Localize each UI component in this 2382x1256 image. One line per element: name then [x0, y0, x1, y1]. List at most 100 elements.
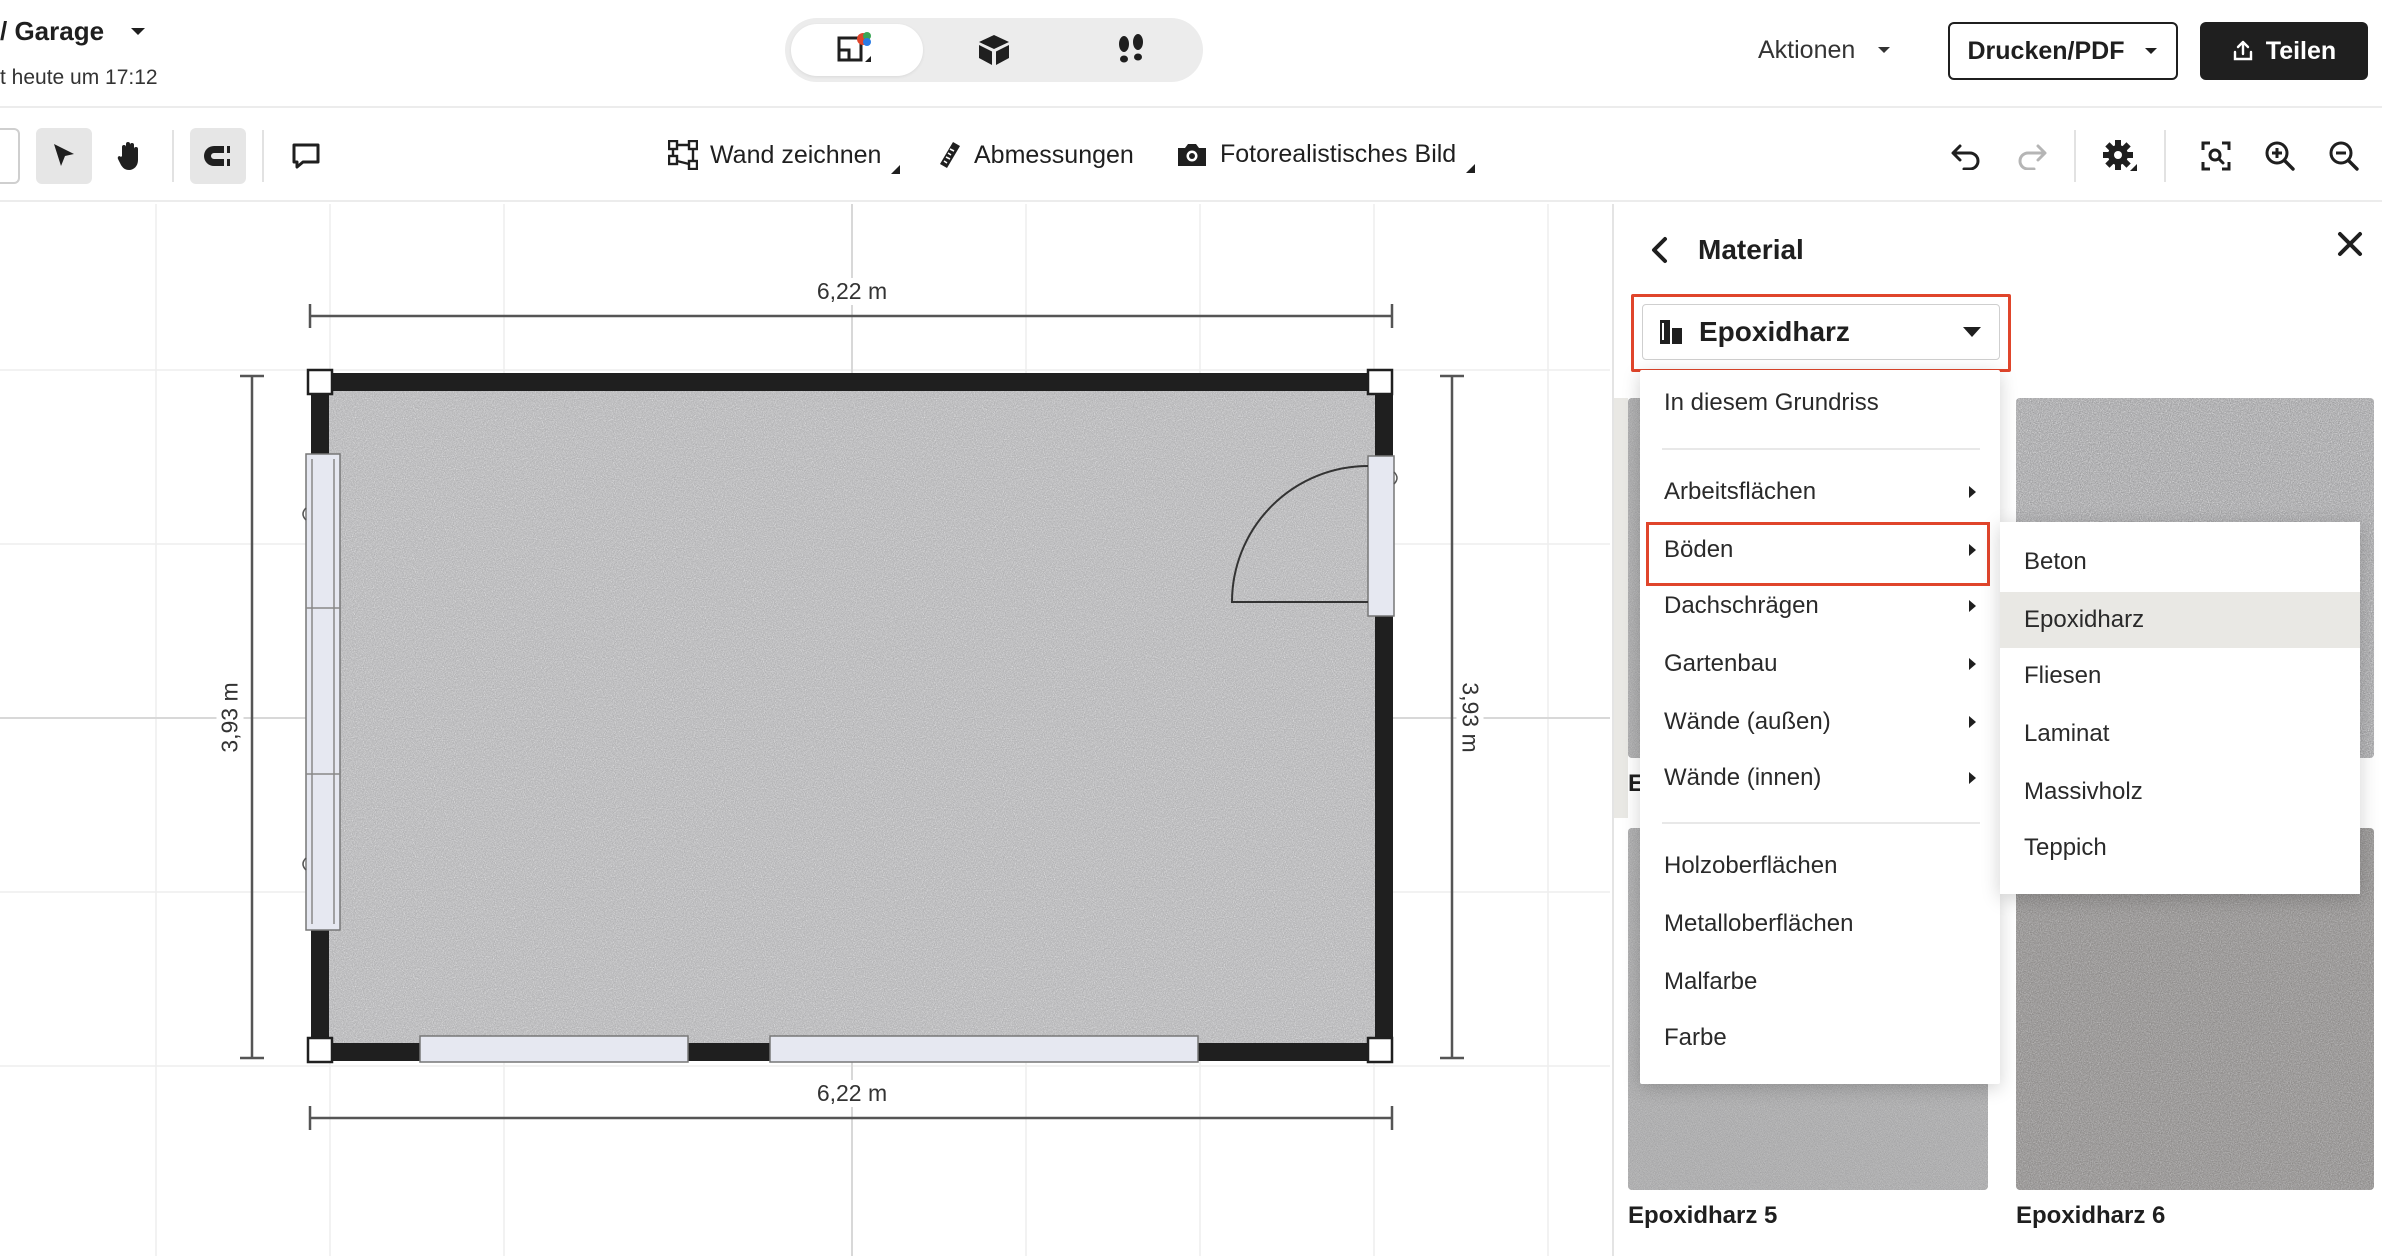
- photoreal-label: Fotorealistisches Bild: [1220, 140, 1457, 168]
- camera-icon: [1178, 143, 1206, 166]
- submenu-item-beton[interactable]: Beton: [2000, 534, 2360, 590]
- expand-corner-icon: [891, 165, 901, 174]
- menu-item-dachschraegen[interactable]: Dachschrägen: [1640, 578, 2000, 634]
- toolbar-truncated-button[interactable]: [0, 128, 20, 184]
- draw-wall-label: Wand zeichnen: [710, 140, 882, 169]
- menu-item-malfarbe[interactable]: Malfarbe: [1640, 954, 2000, 1010]
- floorplan-canvas[interactable]: 6,22 m 6,22 m 3,93 m 3,93 m: [0, 204, 1610, 1256]
- fit-view-button[interactable]: [2188, 128, 2244, 184]
- menu-item-label: Dachschrägen: [1664, 592, 1819, 619]
- submenu-item-label: Beton: [2024, 548, 2087, 575]
- wall-polyline-icon: [668, 140, 698, 170]
- submenu-arrow-icon: [1969, 600, 1976, 612]
- share-button[interactable]: Teilen: [2200, 22, 2368, 80]
- view-mode-toggle: [785, 18, 1203, 82]
- dropdown-caret-icon: [1963, 327, 1981, 337]
- magnet-icon: [204, 146, 230, 166]
- undo-icon: [1951, 144, 1980, 170]
- dimension-label-bottom[interactable]: 6,22 m: [800, 1080, 904, 1107]
- menu-item-label: Gartenbau: [1664, 650, 1778, 677]
- menu-item-waende-innen[interactable]: Wände (innen): [1640, 750, 2000, 806]
- menu-item-label: Farbe: [1664, 1024, 1727, 1051]
- menu-item-farbe[interactable]: Farbe: [1640, 1010, 2000, 1066]
- zoom-out-icon: [2329, 141, 2359, 171]
- submenu-item-epoxidharz[interactable]: Epoxidharz: [2000, 592, 2360, 648]
- material-tile-label: Epoxidharz 5: [1628, 1202, 1778, 1229]
- submenu-item-teppich[interactable]: Teppich: [2000, 820, 2360, 876]
- menu-item-label: In diesem Grundriss: [1664, 389, 1879, 416]
- material-category-select[interactable]: Epoxidharz: [1642, 304, 2000, 360]
- view-2d-button[interactable]: [791, 24, 923, 76]
- panel-title: Material: [1698, 234, 1804, 265]
- share-upload-icon: [2233, 40, 2252, 61]
- submenu-item-massivholz[interactable]: Massivholz: [2000, 764, 2360, 820]
- material-select-value: Epoxidharz: [1699, 316, 1850, 347]
- submenu-arrow-icon: [1969, 658, 1976, 670]
- toolbar-separator: [172, 130, 174, 182]
- menu-item-metalloberflaechen[interactable]: Metalloberflächen: [1640, 896, 2000, 952]
- dimension-label-top[interactable]: 6,22 m: [800, 278, 904, 305]
- chevron-down-icon: [131, 27, 146, 35]
- submenu-item-fliesen[interactable]: Fliesen: [2000, 648, 2360, 704]
- actions-menu[interactable]: Aktionen: [1758, 36, 1891, 65]
- photoreal-image-tool[interactable]: Fotorealistisches Bild: [1176, 140, 1476, 173]
- dimension-label-right[interactable]: 3,93 m: [1456, 665, 1484, 770]
- dimensions-tool[interactable]: Abmessungen: [938, 140, 1134, 170]
- material-category-menu: In diesem Grundriss Arbeitsflächen Böden…: [1640, 370, 2000, 1084]
- close-panel-button[interactable]: [2336, 230, 2364, 263]
- floor-submenu: Beton Epoxidharz Fliesen Laminat Massivh…: [2000, 522, 2360, 894]
- toolbar-separator: [2164, 130, 2166, 182]
- submenu-item-label: Fliesen: [2024, 662, 2102, 689]
- zoom-in-icon: [2265, 141, 2295, 171]
- focus-frame-icon: [2201, 141, 2231, 171]
- submenu-arrow-icon: [1969, 772, 1976, 784]
- pan-tool-button[interactable]: [102, 128, 158, 184]
- submenu-item-label: Laminat: [2024, 720, 2110, 747]
- redo-button[interactable]: [2004, 128, 2060, 184]
- editor-toolbar: Wand zeichnen Abmessungen Fotorealistisc…: [0, 110, 2382, 202]
- expand-corner-icon: [1466, 164, 1476, 173]
- view-walk-button[interactable]: [1065, 24, 1197, 76]
- menu-item-highlight-outline: [1646, 522, 1990, 586]
- menu-item-in-plan[interactable]: In diesem Grundriss: [1640, 370, 2000, 436]
- menu-divider: [1662, 448, 1980, 450]
- toolbar-separator: [262, 130, 264, 182]
- project-title-menu[interactable]: / Garage: [0, 16, 146, 47]
- zoom-out-button[interactable]: [2316, 128, 2372, 184]
- actions-label: Aktionen: [1758, 36, 1856, 64]
- menu-item-gartenbau[interactable]: Gartenbau: [1640, 636, 2000, 692]
- saved-status: t heute um 17:12: [0, 66, 158, 89]
- view-3d-button[interactable]: [928, 24, 1060, 76]
- select-tool-button[interactable]: [36, 128, 92, 184]
- submenu-arrow-icon: [1969, 716, 1976, 728]
- walk-footprints-icon: [1119, 34, 1143, 63]
- print-pdf-button[interactable]: Drucken/PDF: [1948, 22, 2178, 80]
- dimension-label-left[interactable]: 3,93 m: [216, 665, 244, 770]
- menu-item-label: Wände (innen): [1664, 764, 1822, 791]
- menu-item-waende-aussen[interactable]: Wände (außen): [1640, 694, 2000, 750]
- draw-wall-tool[interactable]: Wand zeichnen: [668, 140, 901, 174]
- submenu-item-label: Epoxidharz: [2024, 606, 2145, 633]
- print-pdf-label: Drucken/PDF: [1967, 36, 2125, 65]
- redo-icon: [2018, 144, 2047, 170]
- undo-button[interactable]: [1938, 128, 1994, 184]
- ruler-icon: [940, 142, 960, 168]
- left-wall-windows: [302, 453, 341, 931]
- menu-item-holzoberflaechen[interactable]: Holzoberflächen: [1640, 838, 2000, 894]
- menu-item-arbeitsflaechen[interactable]: Arbeitsflächen: [1640, 464, 2000, 520]
- submenu-item-label: Massivholz: [2024, 778, 2143, 805]
- snap-magnet-button[interactable]: [190, 128, 246, 184]
- gear-icon: [2103, 140, 2137, 171]
- project-title: / Garage: [0, 16, 105, 46]
- back-chevron-icon[interactable]: [1650, 236, 1668, 264]
- submenu-arrow-icon: [1969, 486, 1976, 498]
- tile-selected-bg: [1614, 398, 1628, 818]
- settings-button[interactable]: [2092, 128, 2148, 184]
- zoom-in-button[interactable]: [2252, 128, 2308, 184]
- 3d-box-icon: [979, 35, 1009, 65]
- submenu-item-laminat[interactable]: Laminat: [2000, 706, 2360, 762]
- dimensions-label: Abmessungen: [974, 140, 1134, 169]
- submenu-item-label: Teppich: [2024, 834, 2107, 861]
- menu-item-label: Malfarbe: [1664, 968, 1758, 995]
- comment-button[interactable]: [278, 128, 334, 184]
